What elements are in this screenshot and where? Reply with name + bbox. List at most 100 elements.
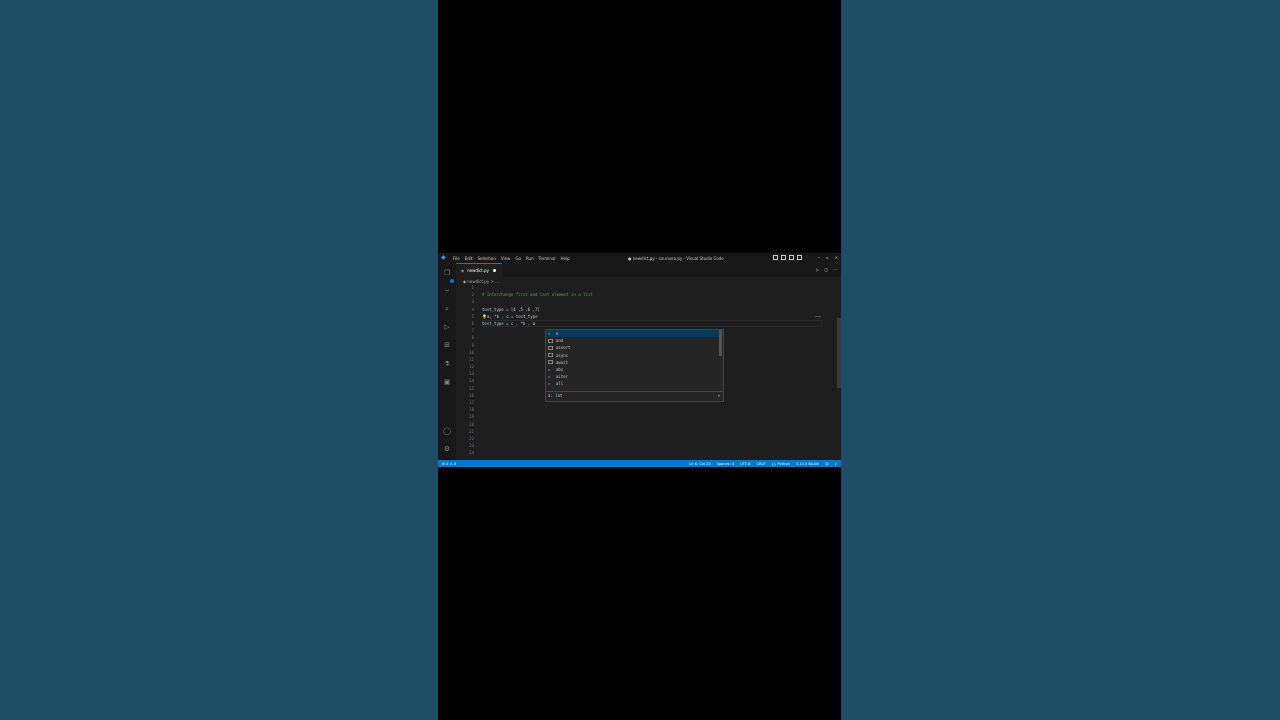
layout-controls bbox=[773, 255, 805, 260]
line-number: 15 bbox=[469, 385, 474, 391]
menu-view[interactable]: View bbox=[501, 256, 511, 261]
line-number: 21 bbox=[469, 428, 474, 434]
python-file-icon: ◆ bbox=[461, 268, 465, 273]
suggestion-item[interactable]: ⊙ aiter bbox=[546, 373, 723, 380]
suggestion-item[interactable]: ⊙ abs bbox=[546, 366, 723, 373]
customize-layout-icon[interactable] bbox=[797, 255, 802, 260]
toggle-secondary-sidebar-icon[interactable] bbox=[789, 255, 794, 260]
run-file-icon[interactable]: ▷ bbox=[816, 267, 819, 272]
line-number: 1 bbox=[471, 285, 474, 290]
line-number: 16 bbox=[469, 392, 474, 398]
window-title: ● newdict.py - coursera.py - Visual Stud… bbox=[628, 256, 724, 261]
minimap[interactable] bbox=[815, 316, 821, 317]
activity-bar: ❐ ⑂ ⌕ ▷ ⊞ ⚗ ▣ ◯ ⚙ bbox=[438, 263, 456, 460]
suggestion-item[interactable]: await bbox=[546, 359, 723, 366]
keyword-icon bbox=[548, 338, 553, 343]
suggestion-item[interactable]: ⊡ a bbox=[546, 330, 723, 338]
testing-icon[interactable]: ⚗ bbox=[443, 360, 451, 368]
menu-run[interactable]: Run bbox=[526, 256, 534, 261]
tab-bar: ◆ newdict.py ▷ ◫ ⋯ bbox=[456, 263, 841, 277]
suggestion-item[interactable]: ⊙ all bbox=[546, 380, 723, 387]
suggestion-item[interactable]: assert bbox=[546, 344, 723, 351]
suggestion-label: async bbox=[556, 352, 569, 358]
python-interpreter[interactable]: 3.10.5 64-bit bbox=[796, 462, 819, 466]
language-mode[interactable]: {} Python bbox=[772, 462, 790, 466]
code-line: 💡a, *b , c = test_type bbox=[482, 313, 812, 320]
menu-file[interactable]: File bbox=[453, 256, 460, 261]
code-line: test_type = [4 ,5 ,6 ,7] bbox=[482, 306, 540, 312]
suggestion-label: abs bbox=[556, 367, 564, 373]
menu-terminal[interactable]: Terminal bbox=[539, 256, 556, 261]
suggestion-label: assert bbox=[556, 345, 571, 351]
explorer-icon[interactable]: ❐ bbox=[443, 269, 451, 277]
minimize-button[interactable]: – bbox=[818, 255, 820, 260]
remote-explorer-icon[interactable]: ▣ bbox=[443, 378, 451, 386]
menu-help[interactable]: Help bbox=[561, 256, 570, 261]
suggestion-detail: a: int bbox=[548, 393, 563, 398]
line-number: 11 bbox=[469, 356, 474, 362]
split-editor-icon[interactable]: ◫ bbox=[824, 267, 828, 272]
line-number: 14 bbox=[469, 378, 474, 384]
line-number: 4 bbox=[471, 306, 474, 312]
search-icon[interactable]: ⌕ bbox=[443, 305, 451, 313]
title-bar: ◆ File Edit Selection View Go Run Termin… bbox=[438, 253, 841, 263]
menu-edit[interactable]: Edit bbox=[465, 256, 473, 261]
suggestion-divider bbox=[546, 390, 723, 391]
settings-gear-icon[interactable]: ⚙ bbox=[443, 445, 451, 453]
line-number: 20 bbox=[469, 421, 474, 427]
toggle-panel-icon[interactable] bbox=[781, 255, 786, 260]
tab-newdict[interactable]: ◆ newdict.py bbox=[456, 263, 502, 277]
extensions-icon[interactable]: ⊞ bbox=[443, 341, 451, 349]
vscode-logo-icon: ◆ bbox=[441, 254, 446, 261]
code-line: test_type = c , *b , a bbox=[482, 320, 535, 326]
function-icon: ⊙ bbox=[548, 367, 551, 372]
account-icon[interactable]: ◯ bbox=[443, 427, 451, 435]
line-number: 17 bbox=[469, 400, 474, 405]
line-number: 12 bbox=[469, 364, 474, 370]
line-number: 5 bbox=[471, 313, 474, 319]
line-number: 13 bbox=[469, 371, 474, 377]
close-button[interactable]: × bbox=[835, 255, 838, 260]
maximize-button[interactable]: ▫ bbox=[826, 255, 829, 260]
editor-scrollbar[interactable] bbox=[837, 318, 841, 388]
background-right bbox=[841, 0, 1280, 720]
suggestion-item[interactable]: and bbox=[546, 337, 723, 344]
run-debug-icon[interactable]: ▷ bbox=[443, 323, 451, 331]
suggestion-label: all bbox=[556, 381, 564, 387]
end-of-line[interactable]: CRLF bbox=[757, 462, 766, 466]
suggestion-label: a bbox=[556, 331, 559, 337]
line-number: 18 bbox=[469, 407, 474, 413]
background-left bbox=[0, 0, 438, 720]
suggestion-label: and bbox=[556, 338, 564, 344]
suggestion-item[interactable]: async bbox=[546, 352, 723, 359]
code-line-text: a, *b , c = test_type bbox=[486, 313, 538, 319]
line-number: 3 bbox=[471, 299, 474, 305]
line-number-gutter: 1 2 3 4 5 6 7 8 9 10 11 12 13 14 15 16 17 18 19 20 21 22 23 24 bbox=[456, 284, 474, 457]
line-number: 6 bbox=[471, 320, 474, 326]
toggle-sidebar-icon[interactable] bbox=[773, 255, 778, 260]
menu-bar: File Edit Selection View Go Run Terminal… bbox=[453, 256, 575, 261]
suggestion-label: aiter bbox=[556, 374, 569, 380]
menu-go[interactable]: Go bbox=[515, 256, 521, 261]
cursor-position[interactable]: Ln 6, Col 23 bbox=[689, 462, 710, 466]
indentation[interactable]: Spaces: 4 bbox=[717, 462, 734, 466]
status-bar: ⊗ 0 ⚠ 0 Ln 6, Col 23 Spaces: 4 UTF-8 CRL… bbox=[438, 460, 841, 467]
close-icon[interactable]: × bbox=[718, 393, 720, 398]
suggestion-scrollbar[interactable] bbox=[719, 330, 722, 356]
menu-selection[interactable]: Selection bbox=[477, 256, 495, 261]
unsaved-dot-icon[interactable] bbox=[492, 269, 496, 272]
source-control-icon[interactable]: ⑂ bbox=[443, 287, 451, 295]
function-icon: ⊙ bbox=[548, 381, 551, 386]
encoding[interactable]: UTF-8 bbox=[740, 462, 750, 466]
suggestion-list: ⊡ a and assert async await ⊙ abs ⊙ aiter ⊙ all bbox=[546, 330, 723, 388]
line-number: 2 bbox=[471, 292, 474, 298]
feedback-icon[interactable]: ☺ bbox=[825, 462, 829, 466]
notifications-bell-icon[interactable]: ♪ bbox=[835, 462, 837, 466]
line-number: 7 bbox=[471, 328, 474, 334]
problems-status[interactable]: ⊗ 0 ⚠ 0 bbox=[442, 462, 456, 466]
status-right: Ln 6, Col 23 Spaces: 4 UTF-8 CRLF {} Pyt… bbox=[683, 462, 837, 466]
more-actions-icon[interactable]: ⋯ bbox=[833, 267, 837, 272]
code-area[interactable]: # Interchange first and last element in … bbox=[482, 284, 812, 327]
